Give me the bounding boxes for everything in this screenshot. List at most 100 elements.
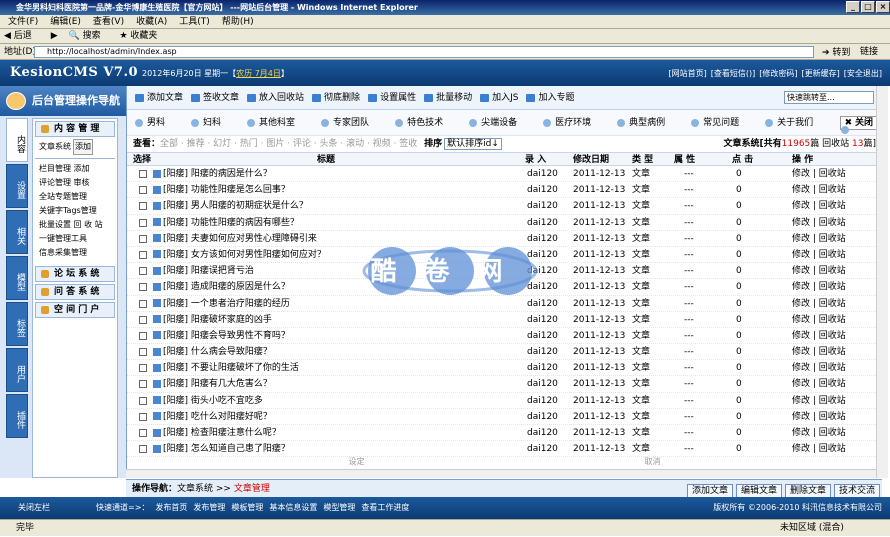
quick-link[interactable]: 发布管理 [193,503,225,512]
row-actions[interactable]: 修改 | 回收站 [792,182,846,198]
row-actions[interactable]: 修改 | 回收站 [792,263,846,279]
menu-head[interactable]: 内 容 管 理 [35,121,115,137]
toolbar-action[interactable]: 放入回收站 [247,86,304,110]
row-checkbox[interactable] [139,380,147,389]
menu-item[interactable]: 全站专题管理 [33,190,117,204]
row-actions[interactable]: 修改 | 回收站 [792,166,846,182]
row-actions[interactable]: 修改 | 回收站 [792,344,846,360]
menu-item[interactable]: 查看(V) [93,17,124,27]
horizontal-scrollbar[interactable] [126,469,876,478]
close-left-panel-button[interactable]: 关闭左栏 [18,497,50,519]
menu-item[interactable]: 编辑(E) [50,17,81,27]
row-checkbox[interactable] [139,186,147,195]
forward-button[interactable]: ▶ [51,31,58,41]
row-title[interactable]: [阳痿] 功能性阳痿是怎么回事？ [153,182,290,198]
row-title-text[interactable]: [阳痿] 女方该如何对男性阳痿如何应对？ [163,250,326,260]
row-actions[interactable]: 修改 | 回收站 [792,425,846,441]
sidebar-tab[interactable]: 用户 [6,348,28,392]
row-title[interactable]: [阳痿] 阳痿有几大危害么？ [153,376,272,392]
toolbar-action[interactable]: 加入专题 [526,86,574,110]
row-title[interactable]: [阳痿] 不要让阳痿破坏了你的生活 [153,360,299,376]
links-button[interactable]: 链接 [860,44,878,60]
row-actions[interactable]: 修改 | 回收站 [792,231,846,247]
toolbar-action[interactable]: 批量移动 [424,86,472,110]
row-title[interactable]: [阳痿] 造成阳痿的原因是什么？ [153,279,290,295]
vertical-scrollbar[interactable] [876,86,888,478]
close-window-button[interactable]: × [876,1,890,13]
row-title-text[interactable]: [阳痿] 男人阳痿的初期症状是什么？ [163,201,308,211]
row-title[interactable]: [阳痿] 一个患者治疗阳痿的经历 [153,296,290,312]
toolbar-action[interactable]: 添加文章 [135,86,183,110]
minimize-button[interactable]: _ [846,1,860,13]
row-actions[interactable]: 修改 | 回收站 [792,328,846,344]
category-link[interactable]: 妇科 [191,110,221,136]
quick-link[interactable]: 基本信息设置 [269,503,317,512]
row-checkbox[interactable] [139,396,147,405]
row-checkbox[interactable] [139,218,147,227]
row-title-text[interactable]: [阳痿] 阳痿会导致男性不育吗？ [163,331,290,341]
row-title[interactable]: [阳痿] 阳痿的病因是什么？ [153,166,272,182]
quick-link[interactable]: 模型管理 [323,503,355,512]
row-title[interactable]: [阳痿] 夫妻如何应对男性心理障碍引来 [153,231,317,247]
row-checkbox[interactable] [139,331,147,340]
row-title[interactable]: [阳痿] 阳痿误把肾亏治 [153,263,254,279]
filter-options[interactable]: 全部 · 推荐 · 幻灯 · 热门 · 图片 · 评论 · 头条 · 滚动 · … [160,139,417,149]
row-title-text[interactable]: [阳痿] 阳痿有几大危害么？ [163,379,272,389]
category-link[interactable]: 医疗环境 [543,110,591,136]
row-checkbox[interactable] [139,202,147,211]
row-title[interactable]: [阳痿] 什么病会导致阳痿？ [153,344,272,360]
menu-item[interactable]: 信息采集管理 [33,246,117,260]
op-button[interactable]: 添加文章 [686,484,733,498]
go-button[interactable]: ➔ 转到 [822,45,850,61]
row-title-text[interactable]: [阳痿] 吃什么对阳痿好呢？ [163,412,272,422]
row-title-text[interactable]: [阳痿] 功能性阳痿是怎么回事？ [163,185,290,195]
menu-article-system[interactable]: 文章系统 添加 [33,139,117,155]
op-button[interactable]: 技术交流 [833,484,880,498]
favorites-button[interactable]: ★ 收藏夹 [119,31,165,41]
row-checkbox[interactable] [139,267,147,276]
row-checkbox[interactable] [139,234,147,243]
menu-section[interactable]: 空 间 门 户 [35,302,115,318]
menu-item[interactable]: 工具(T) [179,17,210,27]
header-link[interactable]: [修改密码] [759,69,797,78]
op-nav-path[interactable]: 文章系统 >> [177,484,234,494]
row-title[interactable]: [阳痿] 女方该如何对男性阳痿如何应对？ [153,247,326,263]
sidebar-tab[interactable]: 设置 [6,164,28,208]
row-checkbox[interactable] [139,364,147,373]
quick-link[interactable]: 查看工作进度 [361,503,409,512]
menu-item[interactable]: 栏目管理 添加 [33,162,117,176]
row-actions[interactable]: 修改 | 回收站 [792,215,846,231]
row-checkbox[interactable] [139,283,147,292]
row-actions[interactable]: 修改 | 回收站 [792,393,846,409]
header-link[interactable]: [安全退出] [844,69,882,78]
menu-item[interactable]: 评论管理 审核 [33,176,117,190]
quick-link[interactable]: 发布首页 [155,503,187,512]
category-link[interactable]: 专家团队 [321,110,369,136]
row-checkbox[interactable] [139,170,147,178]
sidebar-tab[interactable]: 相关 [6,210,28,254]
row-title[interactable]: [阳痿] 男人阳痿的初期症状是什么？ [153,198,308,214]
lunar-date-link[interactable]: 农历 7月4日 [236,69,281,78]
menu-item[interactable]: 批量设置 回 收 站 [33,218,117,232]
row-title[interactable]: [阳痿] 怎么知道自己患了阳痿？ [153,441,290,457]
menu-item[interactable]: 关键字Tags管理 [33,204,117,218]
row-title[interactable]: [阳痿] 吃什么对阳痿好呢？ [153,409,272,425]
menu-item[interactable]: 一键管理工具 [33,232,117,246]
row-checkbox[interactable] [139,315,147,324]
row-title-text[interactable]: [阳痿] 一个患者治疗阳痿的经历 [163,299,290,309]
row-actions[interactable]: 修改 | 回收站 [792,312,846,328]
toolbar-action[interactable]: 加入JS [480,86,518,110]
row-title-text[interactable]: [阳痿] 街头小吃不宜吃多 [163,396,263,406]
category-link[interactable]: 特色技术 [395,110,443,136]
row-title-text[interactable]: [阳痿] 阳痿破坏家庭的凶手 [163,315,272,325]
row-title-text[interactable]: [阳痿] 检查阳痿注意什么呢？ [163,428,281,438]
row-actions[interactable]: 修改 | 回收站 [792,376,846,392]
row-checkbox[interactable] [139,412,147,421]
row-actions[interactable]: 修改 | 回收站 [792,247,846,263]
header-link[interactable]: [网站首页] [669,69,707,78]
row-checkbox[interactable] [139,250,147,259]
sidebar-tab[interactable]: 标签 [6,302,28,346]
row-actions[interactable]: 修改 | 回收站 [792,360,846,376]
row-title[interactable]: [阳痿] 街头小吃不宜吃多 [153,393,263,409]
row-title[interactable]: [阳痿] 阳痿破坏家庭的凶手 [153,312,272,328]
